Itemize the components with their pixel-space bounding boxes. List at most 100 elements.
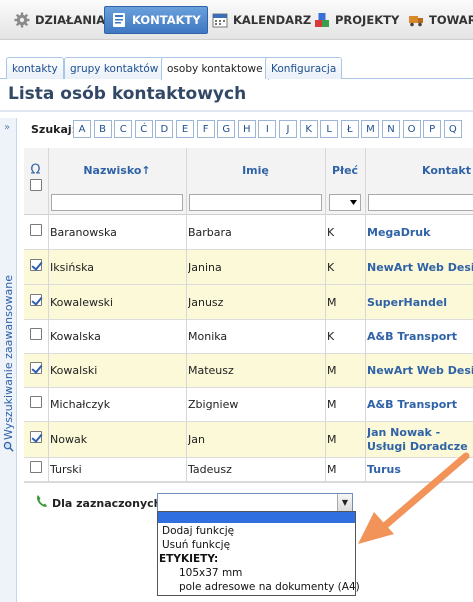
page-title: Lista osób kontaktowych bbox=[8, 84, 247, 104]
table-row[interactable]: Kowalewski Janusz M SuperHandel bbox=[24, 285, 473, 320]
nav-item-kalendarz[interactable]: KALENDARZ bbox=[206, 6, 317, 34]
omega-columns-icon[interactable]: Ω bbox=[29, 162, 42, 176]
filter-plec-select[interactable] bbox=[329, 194, 361, 211]
header-imie[interactable]: Imię bbox=[186, 148, 325, 215]
dropdown-option-blank[interactable] bbox=[158, 512, 355, 523]
cell-plec: M bbox=[327, 364, 337, 377]
table-row[interactable]: Kowalski Mateusz M NewArt Web Design bbox=[24, 354, 473, 388]
filter-nazwisko-input[interactable] bbox=[51, 194, 183, 211]
select-all-checkbox[interactable] bbox=[30, 179, 42, 191]
row-checkbox[interactable] bbox=[30, 258, 42, 271]
filter-kontakt-input[interactable] bbox=[368, 194, 473, 211]
cell-plec: K bbox=[327, 330, 335, 343]
cell-imie: Janina bbox=[188, 260, 222, 274]
cell-kontakt-link[interactable]: NewArt Web Design bbox=[367, 354, 473, 387]
letter-button[interactable]: Ć bbox=[134, 120, 153, 138]
header-kontakt[interactable]: Kontakt bbox=[365, 148, 473, 215]
dropdown-option[interactable]: pole adresowe na dokumenty (A4) bbox=[179, 581, 360, 593]
table-row[interactable]: Kowalska Monika K A&B Transport bbox=[24, 320, 473, 354]
column-divider bbox=[365, 148, 366, 482]
nav-label: PROJEKTY bbox=[335, 13, 400, 27]
cell-plec: K bbox=[327, 260, 335, 274]
letter-button[interactable]: E bbox=[176, 120, 194, 138]
annotation-arrow-icon bbox=[358, 452, 470, 544]
letter-button[interactable]: J bbox=[279, 120, 297, 138]
letter-button[interactable]: I bbox=[258, 120, 277, 138]
nav-label: DZIAŁANIA bbox=[35, 13, 106, 27]
cell-plec: M bbox=[327, 398, 337, 411]
contacts-table: Ω Nazwisko↑ Imię Płeć Kontakt Baranowska… bbox=[24, 148, 473, 482]
cell-kontakt-link[interactable]: MegaDruk bbox=[367, 215, 473, 249]
tab-osoby-kontaktowe[interactable]: osoby kontaktowe bbox=[161, 57, 269, 80]
cell-kontakt-link[interactable]: A&B Transport bbox=[367, 320, 473, 353]
header-nazwisko-label: Nazwisko↑ bbox=[83, 164, 151, 177]
letter-button[interactable]: L bbox=[320, 120, 339, 138]
table-row[interactable]: Michałczyk Zbigniew M A&B Transport bbox=[24, 388, 473, 422]
row-checkbox[interactable] bbox=[30, 396, 42, 408]
advanced-search-tab[interactable]: » Wyszukiwanie zaawansowane bbox=[0, 118, 17, 602]
tab-grupy-kontaktow[interactable]: grupy kontaktów bbox=[64, 57, 165, 79]
dropdown-option[interactable]: Usuń funkcję bbox=[162, 539, 230, 551]
letter-button[interactable]: F bbox=[196, 120, 215, 138]
dropdown-option[interactable]: Dodaj funkcję bbox=[162, 525, 234, 537]
letter-button[interactable]: B bbox=[93, 120, 112, 138]
letter-button[interactable]: K bbox=[299, 120, 318, 138]
row-checkbox[interactable] bbox=[30, 328, 42, 340]
divider bbox=[0, 110, 473, 112]
header-nazwisko[interactable]: Nazwisko↑ bbox=[48, 148, 186, 215]
subtabs-bar: kontakty grupy kontaktów osoby kontaktow… bbox=[0, 54, 473, 80]
letter-button[interactable]: Q bbox=[443, 120, 462, 138]
cell-kontakt-link[interactable]: A&B Transport bbox=[367, 388, 473, 421]
header-imie-label: Imię bbox=[242, 164, 269, 177]
letter-button[interactable]: H bbox=[237, 120, 256, 138]
tab-kontakty[interactable]: kontakty bbox=[6, 57, 64, 79]
header-kontakt-label: Kontakt bbox=[422, 164, 471, 177]
cell-imie: Jan bbox=[188, 433, 205, 446]
letter-button[interactable]: G bbox=[217, 120, 236, 138]
cell-plec: M bbox=[327, 295, 337, 309]
letter-button[interactable]: O bbox=[402, 120, 421, 138]
cell-imie: Barbara bbox=[188, 225, 232, 239]
letter-button[interactable]: P bbox=[423, 120, 442, 138]
row-checkbox[interactable] bbox=[30, 431, 42, 443]
header-plec-label: Płeć bbox=[331, 164, 359, 177]
tab-konfiguracja[interactable]: Konfiguracja bbox=[265, 57, 343, 79]
letter-button[interactable]: Ł bbox=[340, 120, 359, 138]
chevron-down-icon[interactable]: ▼ bbox=[337, 494, 352, 511]
table-row[interactable]: Iksińska Janina K NewArt Web Design bbox=[24, 250, 473, 285]
letter-button[interactable]: N bbox=[382, 120, 400, 138]
header-plec[interactable]: Płeć bbox=[325, 148, 365, 215]
search-label: Szukaj: bbox=[31, 123, 77, 136]
bulk-action-select[interactable]: ▼ bbox=[157, 493, 353, 512]
cell-imie: Mateusz bbox=[188, 364, 234, 377]
letter-button[interactable]: M bbox=[361, 120, 380, 138]
row-checkbox[interactable] bbox=[30, 461, 42, 473]
calendar-icon bbox=[212, 13, 228, 28]
cell-nazwisko: Turski bbox=[50, 463, 82, 476]
search-icon bbox=[3, 441, 14, 452]
table-row[interactable]: Baranowska Barbara K MegaDruk bbox=[24, 215, 473, 250]
nav-item-kontakty[interactable]: KONTAKTY bbox=[104, 6, 208, 34]
dropdown-group-label: ETYKIETY: bbox=[159, 553, 219, 565]
nav-item-dzialania[interactable]: DZIAŁANIA bbox=[8, 6, 111, 34]
row-checkbox[interactable] bbox=[30, 223, 42, 236]
filter-imie-input[interactable] bbox=[189, 194, 322, 211]
cell-kontakt-link[interactable]: SuperHandel bbox=[367, 285, 473, 319]
cell-imie: Tadeusz bbox=[188, 463, 232, 476]
bulk-action-dropdown: Dodaj funkcję Usuń funkcję ETYKIETY: 105x37… bbox=[157, 511, 360, 596]
contacts-book-icon bbox=[113, 13, 125, 27]
row-checkbox[interactable] bbox=[30, 362, 42, 374]
nav-label: TOWAR bbox=[429, 13, 473, 27]
row-checkbox[interactable] bbox=[30, 293, 42, 306]
phone-icon bbox=[37, 495, 47, 507]
letter-button[interactable]: D bbox=[155, 120, 174, 138]
letter-button[interactable]: A bbox=[73, 120, 91, 138]
cell-kontakt-link[interactable]: NewArt Web Design bbox=[367, 250, 473, 284]
dropdown-option[interactable]: 105x37 mm bbox=[179, 567, 242, 579]
column-divider bbox=[325, 148, 326, 482]
nav-item-projekty[interactable]: PROJEKTY bbox=[308, 6, 405, 34]
bulk-action-label: Dla zaznaczonych: bbox=[52, 497, 166, 510]
letter-button[interactable]: C bbox=[114, 120, 133, 138]
nav-item-towar[interactable]: TOWAR bbox=[402, 6, 473, 34]
column-divider bbox=[186, 148, 187, 482]
